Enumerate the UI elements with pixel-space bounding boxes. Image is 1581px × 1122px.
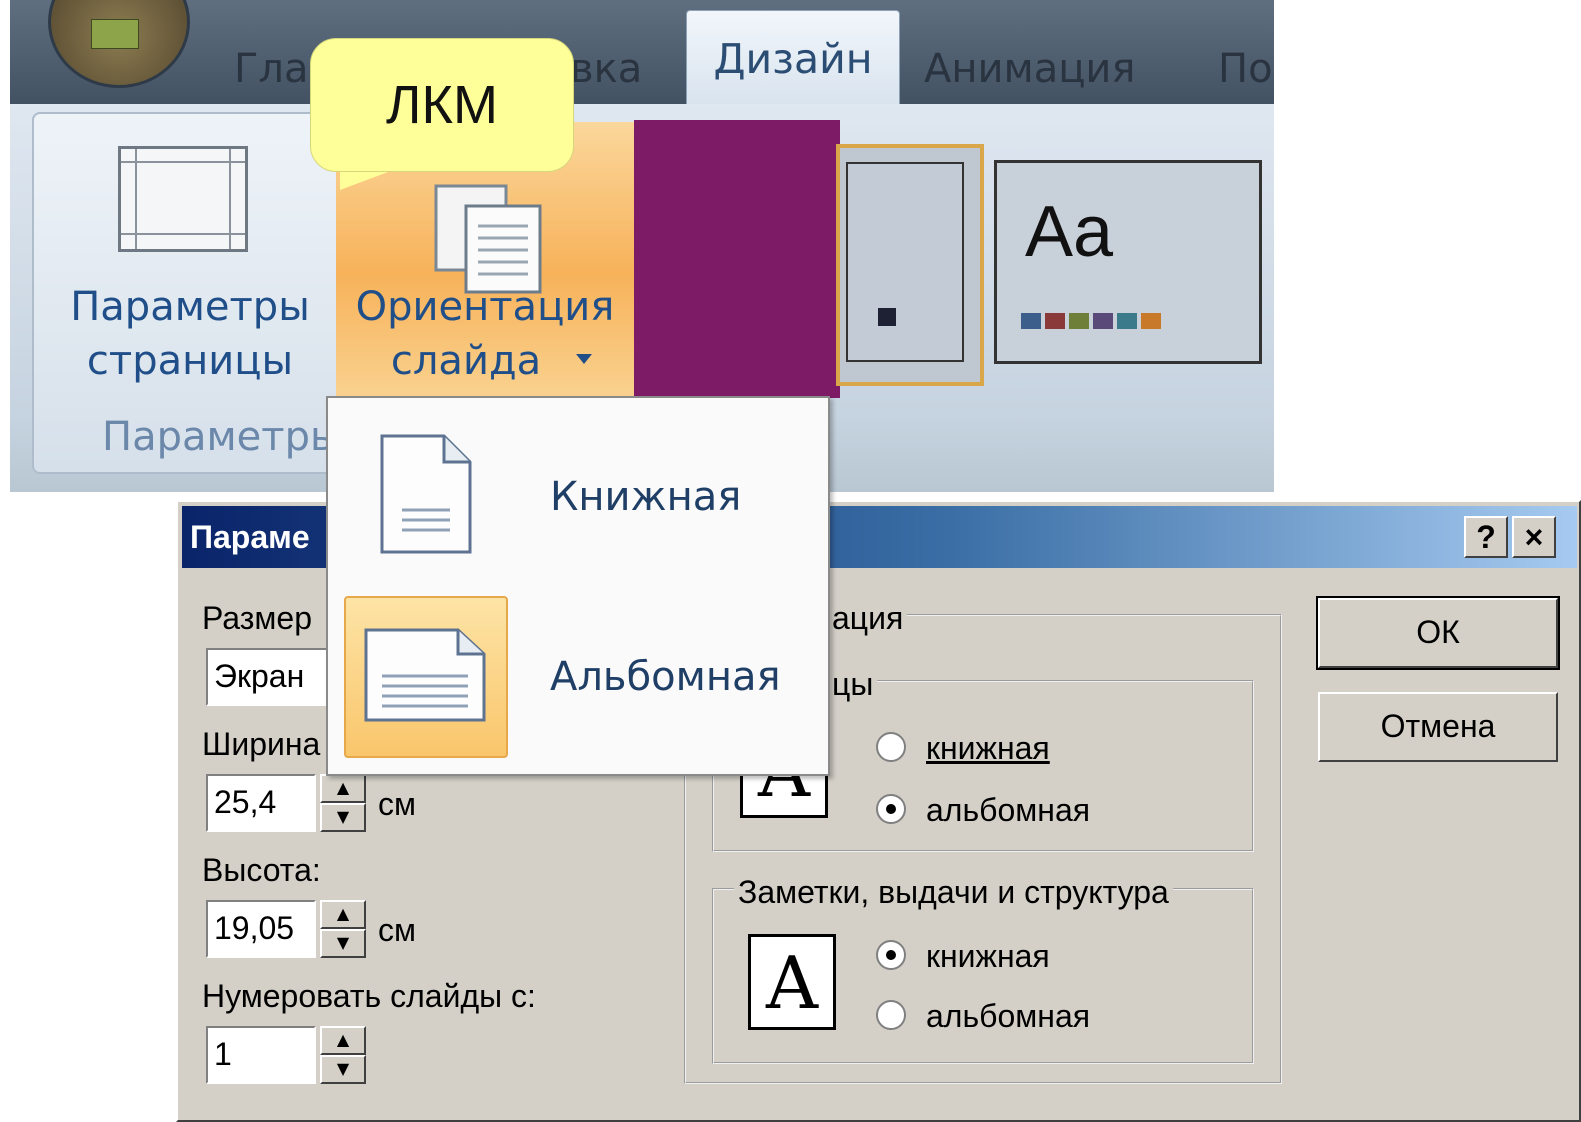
lkm-callout: ЛКМ [310, 38, 574, 172]
notes-orientation-icon: A [748, 934, 836, 1030]
chevron-down-icon [576, 354, 592, 364]
height-input[interactable]: 19,05 [206, 900, 316, 958]
page-setup-label-line2: страницы [86, 338, 294, 384]
menu-item-portrait[interactable]: Книжная [328, 398, 828, 596]
theme-color-block [634, 120, 840, 398]
swatch-5 [1117, 313, 1137, 329]
notes-group-title: Заметки, выдачи и структура [734, 872, 1173, 912]
office-logo-icon [91, 19, 139, 49]
number-slides-input[interactable]: 1 [206, 1026, 316, 1084]
slides-portrait-radio[interactable] [876, 732, 906, 762]
spin-down-icon[interactable]: ▼ [320, 929, 366, 958]
tab-slideshow[interactable]: По [1218, 34, 1273, 104]
spin-up-icon[interactable]: ▲ [320, 774, 366, 803]
tab-insert[interactable]: вка [570, 34, 642, 104]
size-label: Размер [202, 600, 312, 636]
notes-landscape-radio[interactable] [876, 1000, 906, 1030]
ok-button[interactable]: ОК [1316, 596, 1560, 670]
ribbon-tab-bar: Глав вка Анимация По [10, 0, 1274, 104]
width-unit: см [378, 786, 416, 822]
landscape-page-icon [364, 628, 486, 722]
spin-up-icon[interactable]: ▲ [320, 900, 366, 929]
theme-thumbnail[interactable]: Aa [994, 160, 1262, 364]
orientation-group-title: ация [828, 598, 908, 638]
width-input[interactable]: 25,4 [206, 774, 316, 832]
height-label: Высота: [202, 852, 321, 888]
office-button[interactable] [48, 0, 190, 88]
tab-animation[interactable]: Анимация [924, 34, 1135, 104]
notes-landscape-label[interactable]: альбомная [926, 996, 1090, 1036]
height-spinner[interactable]: ▲ ▼ [320, 900, 366, 958]
width-spinner[interactable]: ▲ ▼ [320, 774, 366, 832]
theme-thumbnail-selected[interactable] [836, 144, 984, 386]
close-button[interactable]: × [1512, 516, 1556, 558]
menu-item-landscape[interactable]: Альбомная [328, 596, 828, 774]
slide-orientation-label-line2: слайда [390, 338, 542, 384]
spin-down-icon[interactable]: ▼ [320, 803, 366, 832]
slide-orientation-icon [434, 184, 542, 294]
menu-item-landscape-label: Альбомная [550, 654, 781, 700]
swatch-3 [1069, 313, 1089, 329]
cancel-button[interactable]: Отмена [1318, 692, 1558, 762]
swatch-4 [1093, 313, 1113, 329]
portrait-page-icon [380, 434, 472, 554]
number-slides-spinner[interactable]: ▲ ▼ [320, 1026, 366, 1084]
notes-portrait-label[interactable]: книжная [926, 936, 1050, 976]
slides-portrait-label[interactable]: книжная [926, 728, 1050, 768]
slides-landscape-radio[interactable] [876, 794, 906, 824]
slides-group-title: цы [828, 664, 878, 704]
dialog-title: Параме [190, 519, 310, 555]
swatch-1 [1021, 313, 1041, 329]
page-setup-icon[interactable] [118, 146, 248, 252]
page-setup-label-line1: Параметры [70, 284, 310, 330]
slide-orientation-label-line1: Ориентация [355, 284, 615, 330]
help-button[interactable]: ? [1464, 516, 1508, 558]
slides-landscape-label[interactable]: альбомная [926, 790, 1090, 830]
theme-preview-text: Aa [1025, 192, 1114, 272]
theme-color-swatch [878, 308, 896, 326]
width-label: Ширина [202, 726, 321, 762]
notes-portrait-radio[interactable] [876, 940, 906, 970]
tab-design[interactable]: Дизайн [686, 10, 900, 107]
spin-down-icon[interactable]: ▼ [320, 1055, 366, 1084]
orientation-dropdown-menu: Книжная Альбомная [326, 396, 830, 776]
swatch-2 [1045, 313, 1065, 329]
swatch-6 [1141, 313, 1161, 329]
height-unit: см [378, 912, 416, 948]
number-slides-label: Нумеровать слайды с: [202, 978, 536, 1014]
menu-item-portrait-label: Книжная [550, 474, 742, 520]
spin-up-icon[interactable]: ▲ [320, 1026, 366, 1055]
group-label: Параметры [102, 414, 342, 460]
